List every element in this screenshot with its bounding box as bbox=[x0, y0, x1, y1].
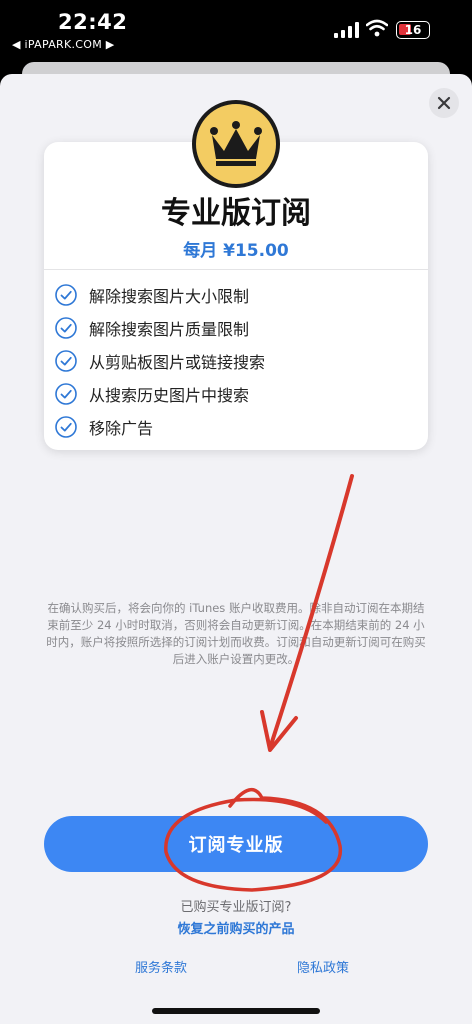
restore-purchases-link[interactable]: 恢复之前购买的产品 bbox=[0, 918, 472, 937]
already-purchased-text: 已购买专业版订阅? bbox=[180, 900, 292, 915]
battery-indicator: 16 bbox=[396, 21, 430, 39]
status-time: 22:42 bbox=[58, 10, 128, 34]
feature-text: 解除搜索图片质量限制 bbox=[89, 319, 250, 339]
card-divider bbox=[44, 269, 428, 270]
feature-item: 移除广告 bbox=[55, 410, 415, 443]
cellular-signal-icon bbox=[334, 22, 359, 38]
close-icon bbox=[437, 96, 451, 110]
back-to-app-link[interactable]: ◀ iPAPARK.COM ▶ bbox=[12, 38, 115, 51]
feature-text: 从剪贴板图片或链接搜索 bbox=[89, 352, 266, 372]
battery-percent: 16 bbox=[404, 23, 422, 37]
privacy-policy-link[interactable]: 隐私政策 bbox=[297, 957, 349, 976]
feature-item: 解除搜索图片大小限制 bbox=[55, 278, 415, 311]
check-circle-icon bbox=[55, 415, 77, 438]
check-circle-icon bbox=[55, 316, 77, 339]
close-button[interactable] bbox=[429, 88, 459, 118]
feature-list: 解除搜索图片大小限制 解除搜索图片质量限制 从剪贴板图片或链接搜索 从搜索历史图… bbox=[55, 278, 415, 443]
home-indicator[interactable] bbox=[152, 1008, 320, 1014]
terms-of-service-link[interactable]: 服务条款 bbox=[135, 957, 187, 976]
plan-title: 专业版订阅 bbox=[161, 196, 311, 231]
feature-item: 从剪贴板图片或链接搜索 bbox=[55, 344, 415, 377]
check-circle-icon bbox=[55, 382, 77, 405]
subscribe-button[interactable]: 订阅专业版 bbox=[44, 816, 428, 872]
crown-badge bbox=[192, 100, 280, 188]
feature-text: 从搜索历史图片中搜索 bbox=[89, 385, 250, 405]
subscribe-button-label: 订阅专业版 bbox=[188, 835, 284, 856]
crown-icon bbox=[210, 121, 262, 166]
feature-item: 从搜索历史图片中搜索 bbox=[55, 377, 415, 410]
legal-disclaimer: 在确认购买后，将会向你的 iTunes 账户收取费用。除非自动订阅在本期结束前至… bbox=[46, 601, 426, 666]
feature-item: 解除搜索图片质量限制 bbox=[55, 311, 415, 344]
check-circle-icon bbox=[55, 283, 77, 306]
feature-text: 解除搜索图片大小限制 bbox=[89, 286, 250, 306]
wifi-icon bbox=[366, 19, 388, 37]
plan-price: 每月 ¥15.00 bbox=[183, 241, 289, 261]
check-circle-icon bbox=[55, 349, 77, 372]
feature-text: 移除广告 bbox=[89, 418, 154, 438]
status-bar: 22:42 ◀ iPAPARK.COM ▶ 16 bbox=[0, 0, 472, 60]
